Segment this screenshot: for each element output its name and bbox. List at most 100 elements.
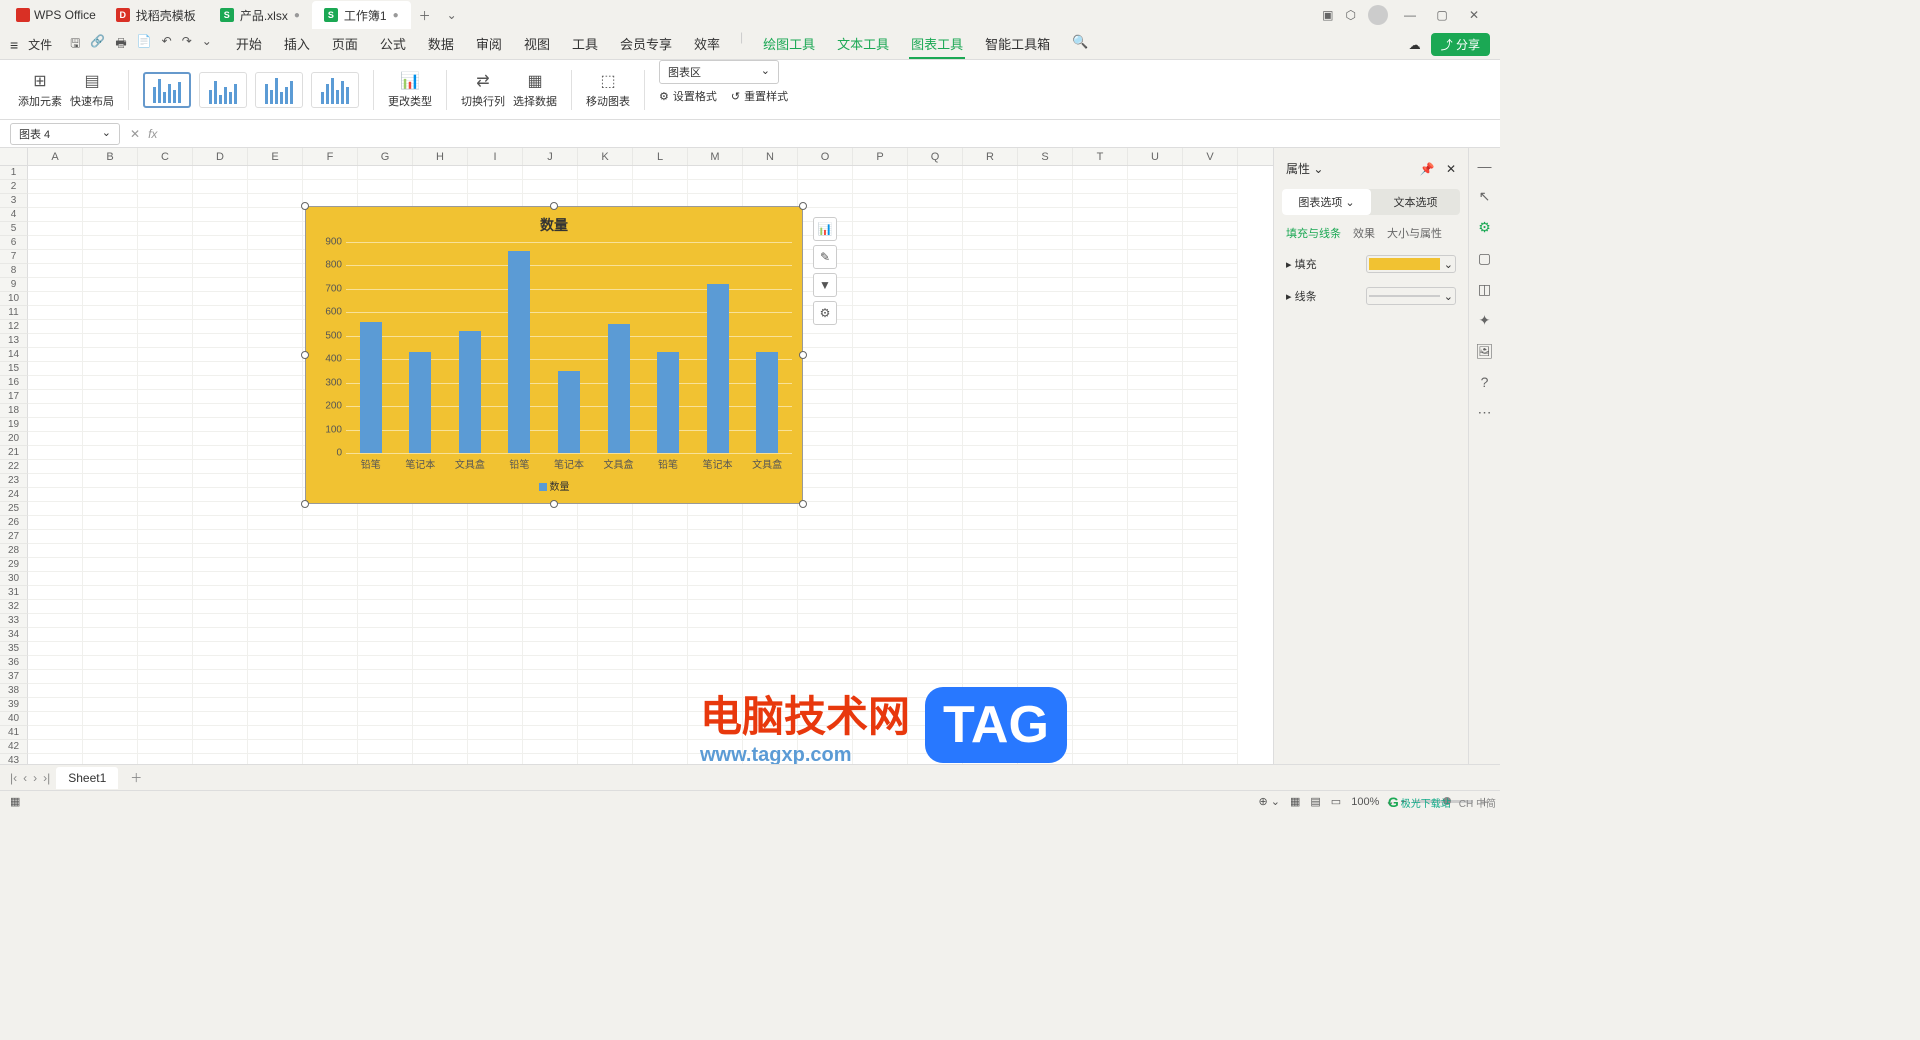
row-header[interactable]: 37 [0, 670, 28, 684]
select-all-corner[interactable] [0, 148, 28, 165]
row-header[interactable]: 27 [0, 530, 28, 544]
plot-area[interactable]: 0100200300400500600700800900 [346, 242, 792, 453]
column-header[interactable]: M [688, 148, 743, 165]
column-header[interactable]: D [193, 148, 248, 165]
chart-bar[interactable] [657, 352, 679, 453]
select-data-button[interactable]: ▦ 选择数据 [513, 71, 557, 109]
row-header[interactable]: 26 [0, 516, 28, 530]
row-header[interactable]: 23 [0, 474, 28, 488]
pane-icon[interactable]: ▣ [1322, 8, 1333, 22]
row-header[interactable]: 40 [0, 712, 28, 726]
sheet-last[interactable]: ›| [43, 771, 50, 785]
add-sheet-button[interactable]: ＋ [124, 769, 148, 786]
more-icon[interactable]: ⋯ [1478, 404, 1492, 421]
tab-view[interactable]: 视图 [522, 30, 552, 59]
chart-title[interactable]: 数量 [306, 207, 802, 243]
status-icon[interactable]: ▦ [10, 795, 20, 808]
resize-handle[interactable] [799, 351, 807, 359]
row-header[interactable]: 19 [0, 418, 28, 432]
row-header[interactable]: 28 [0, 544, 28, 558]
row-header[interactable]: 32 [0, 600, 28, 614]
formula-input[interactable] [165, 127, 1490, 141]
tab-drawing-tools[interactable]: 绘图工具 [761, 30, 817, 59]
quick-layout-button[interactable]: ▤ 快速布局 [70, 71, 114, 109]
help-icon[interactable]: ? [1481, 374, 1489, 390]
chart-style-button[interactable]: ✎ [813, 245, 837, 269]
column-header[interactable]: H [413, 148, 468, 165]
tab-data[interactable]: 数据 [426, 30, 456, 59]
preview-icon[interactable]: 📄 [137, 34, 152, 55]
column-header[interactable]: N [743, 148, 798, 165]
row-header[interactable]: 9 [0, 278, 28, 292]
sheet-first[interactable]: |‹ [10, 771, 17, 785]
chart-bar[interactable] [756, 352, 778, 453]
chart-filter-button[interactable]: ▼ [813, 273, 837, 297]
row-header[interactable]: 1 [0, 166, 28, 180]
resize-handle[interactable] [301, 500, 309, 508]
tab-page[interactable]: 页面 [330, 30, 360, 59]
maximize-button[interactable]: ▢ [1432, 8, 1452, 22]
move-chart-button[interactable]: ⬚ 移动图表 [586, 71, 630, 109]
row-header[interactable]: 20 [0, 432, 28, 446]
column-header[interactable]: I [468, 148, 523, 165]
chart-preset-4[interactable] [311, 72, 359, 108]
row-header[interactable]: 5 [0, 222, 28, 236]
chart-settings-button[interactable]: ⚙ [813, 301, 837, 325]
row-header[interactable]: 33 [0, 614, 28, 628]
settings-icon[interactable]: ⚙ [1478, 219, 1491, 236]
chart-legend[interactable]: 数量 [306, 478, 802, 493]
chart-preset-3[interactable] [255, 72, 303, 108]
row-header[interactable]: 41 [0, 726, 28, 740]
tab-chart-tools[interactable]: 图表工具 [909, 30, 965, 59]
column-header[interactable]: L [633, 148, 688, 165]
tab-insert[interactable]: 插入 [282, 30, 312, 59]
save-icon[interactable]: 🖫 [70, 34, 80, 55]
zoom-value[interactable]: 100% [1351, 796, 1379, 808]
row-header[interactable]: 10 [0, 292, 28, 306]
row-header[interactable]: 29 [0, 558, 28, 572]
row-header[interactable]: 34 [0, 628, 28, 642]
tab-review[interactable]: 审阅 [474, 30, 504, 59]
column-header[interactable]: C [138, 148, 193, 165]
chart-area-select[interactable]: 图表区⌄ [659, 60, 779, 84]
column-header[interactable]: P [853, 148, 908, 165]
doc-tab-workbook[interactable]: S 工作簿1 ● [312, 1, 411, 29]
row-header[interactable]: 8 [0, 264, 28, 278]
sparkle-icon[interactable]: ✦ [1479, 312, 1491, 329]
cursor-icon[interactable]: ↖ [1479, 188, 1491, 205]
column-header[interactable]: B [83, 148, 138, 165]
column-header[interactable]: E [248, 148, 303, 165]
cloud-icon[interactable]: ☁ [1409, 38, 1421, 52]
view-normal[interactable]: ▦ [1290, 795, 1300, 808]
tab-text-tools[interactable]: 文本工具 [835, 30, 891, 59]
row-header[interactable]: 38 [0, 684, 28, 698]
sheet-next[interactable]: › [33, 771, 37, 785]
row-header[interactable]: 22 [0, 460, 28, 474]
column-header[interactable]: A [28, 148, 83, 165]
column-header[interactable]: O [798, 148, 853, 165]
view-settings[interactable]: ⊕ ⌄ [1258, 795, 1280, 808]
row-header[interactable]: 2 [0, 180, 28, 194]
column-header[interactable]: G [358, 148, 413, 165]
print-icon[interactable]: 🖶 [115, 34, 126, 55]
column-header[interactable]: F [303, 148, 358, 165]
column-header[interactable]: T [1073, 148, 1128, 165]
chart-bar[interactable] [707, 284, 729, 453]
chart-bar[interactable] [360, 322, 382, 453]
sheet-tab[interactable]: Sheet1 [56, 767, 118, 789]
row-header[interactable]: 16 [0, 376, 28, 390]
avatar[interactable] [1368, 5, 1388, 25]
view-page[interactable]: ▤ [1310, 795, 1320, 808]
resize-handle[interactable] [799, 500, 807, 508]
chart-bar[interactable] [459, 331, 481, 453]
column-header[interactable]: V [1183, 148, 1238, 165]
change-type-button[interactable]: 📊 更改类型 [388, 71, 432, 109]
row-header[interactable]: 12 [0, 320, 28, 334]
close-panel-icon[interactable]: ✕ [1446, 162, 1456, 176]
redo-icon[interactable]: ↷ [182, 34, 192, 55]
row-header[interactable]: 3 [0, 194, 28, 208]
search-icon[interactable]: 🔍 [1070, 30, 1090, 59]
line-style-picker[interactable]: ⌄ [1366, 287, 1456, 305]
row-header[interactable]: 36 [0, 656, 28, 670]
tab-tools[interactable]: 工具 [570, 30, 600, 59]
